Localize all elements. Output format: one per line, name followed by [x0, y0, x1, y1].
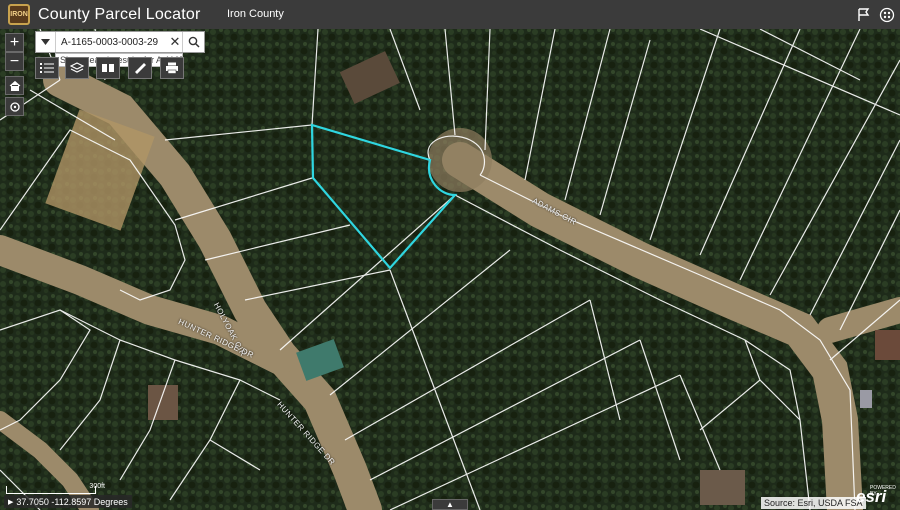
zoom-in-button[interactable]: +	[5, 33, 24, 52]
zoom-out-button[interactable]: −	[5, 52, 24, 71]
app-header: IRON County Parcel Locator Iron County	[0, 0, 900, 29]
county-logo: IRON	[8, 4, 30, 25]
search-icon	[188, 36, 200, 48]
esri-logo[interactable]: esri	[856, 487, 886, 507]
map-attribution: Source: Esri, USDA FSA	[761, 497, 866, 509]
scale-bar: 300ft	[6, 483, 105, 494]
search-input[interactable]	[56, 33, 168, 51]
app-title: County Parcel Locator	[38, 5, 201, 23]
list-icon	[40, 63, 54, 73]
coordinate-toggle-icon: ▶	[8, 498, 14, 506]
home-button[interactable]	[5, 76, 24, 95]
map-view[interactable]: ADAMS CIR HOLYOAK CIR HUNTER RIDGE DR HU…	[0, 29, 900, 510]
print-icon	[166, 62, 178, 74]
measure-button[interactable]	[128, 57, 152, 79]
coordinate-readout[interactable]: ▶ 37.7050 -112.8597 Degrees	[4, 495, 132, 508]
search-source-dropdown[interactable]	[36, 32, 56, 52]
legend-button[interactable]	[35, 57, 59, 79]
locate-icon	[9, 101, 20, 112]
layers-icon	[70, 62, 84, 73]
search-button[interactable]	[182, 32, 204, 52]
aerial-imagery	[0, 29, 900, 510]
clear-search-button[interactable]: ✕	[168, 33, 182, 51]
layers-button[interactable]	[65, 57, 89, 79]
basemap-button[interactable]	[96, 57, 120, 79]
panels-icon	[102, 64, 114, 72]
locate-button[interactable]	[5, 97, 24, 116]
basemap-gallery-icon[interactable]	[878, 6, 896, 24]
ruler-icon	[135, 63, 146, 74]
print-button[interactable]	[160, 57, 184, 79]
home-icon	[9, 80, 20, 91]
search-widget: ✕	[35, 31, 205, 53]
chevron-down-icon	[41, 39, 50, 45]
attribute-table-toggle[interactable]: ▲	[432, 499, 468, 510]
bookmark-flag-icon[interactable]	[855, 6, 873, 24]
coordinate-text: 37.7050 -112.8597 Degrees	[16, 496, 128, 507]
county-name: Iron County	[227, 8, 284, 20]
